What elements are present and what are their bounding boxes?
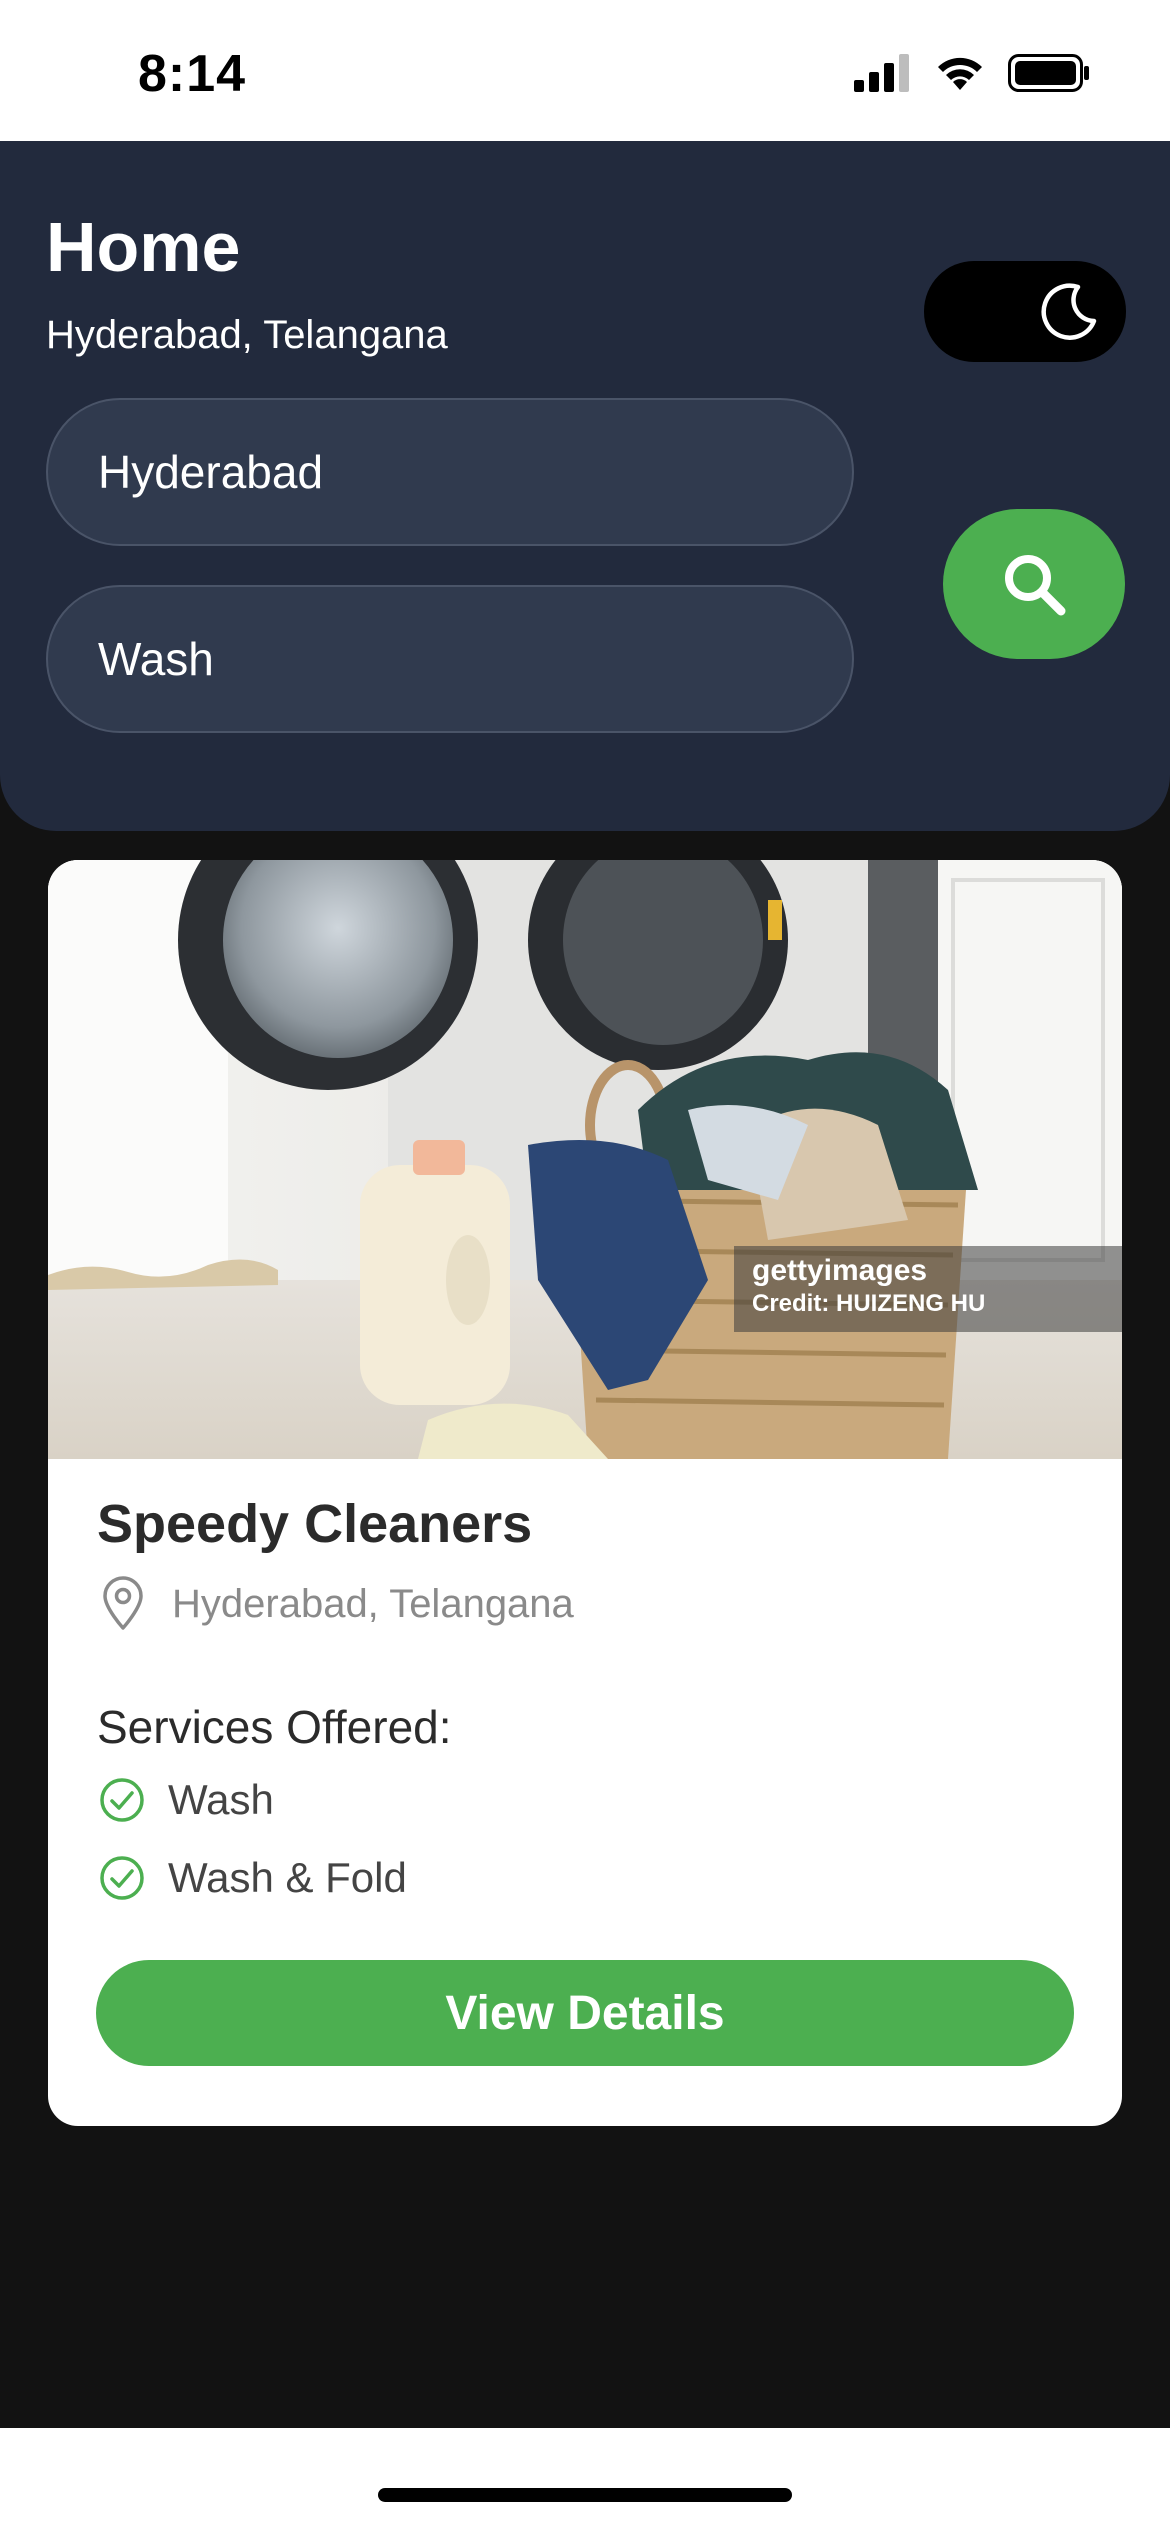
check-circle-icon bbox=[100, 1778, 144, 1822]
app-screen: 8:14 Home Hyderabad, Telangana Hyderabad… bbox=[0, 0, 1170, 2532]
service-input[interactable] bbox=[46, 585, 854, 733]
wifi-icon bbox=[938, 57, 982, 90]
moon-icon bbox=[1041, 283, 1097, 340]
provider-location-text: Hyderabad, Telangana bbox=[172, 1581, 574, 1626]
service-label: Wash & Fold bbox=[168, 1854, 407, 1901]
service-label: Wash bbox=[168, 1776, 274, 1823]
status-icons bbox=[854, 54, 1090, 92]
search-button[interactable] bbox=[943, 509, 1125, 659]
image-watermark: gettyimages Credit: HUIZENG HU bbox=[734, 1246, 1122, 1332]
location-pin-icon bbox=[103, 1576, 143, 1630]
page-title: Home bbox=[46, 208, 241, 286]
battery-icon bbox=[1008, 54, 1089, 92]
service-item: Wash bbox=[98, 1776, 274, 1824]
home-indicator[interactable] bbox=[378, 2488, 792, 2502]
service-item: Wash & Fold bbox=[98, 1854, 407, 1902]
check-circle-icon bbox=[100, 1856, 144, 1900]
header-panel: Home Hyderabad, Telangana bbox=[0, 141, 1170, 831]
status-bar: 8:14 bbox=[0, 0, 1170, 141]
cellular-signal-icon bbox=[854, 54, 909, 92]
theme-toggle[interactable] bbox=[924, 261, 1126, 362]
laundry-photo: gettyimages Credit: HUIZENG HU bbox=[48, 860, 1122, 1459]
search-icon bbox=[1005, 555, 1066, 616]
view-details-button[interactable]: View Details bbox=[96, 1960, 1074, 2066]
watermark-brand: gettyimages bbox=[752, 1254, 928, 1287]
home-indicator-area bbox=[0, 2428, 1170, 2532]
watermark-credit: Credit: HUIZENG HU bbox=[752, 1290, 986, 1317]
location-input[interactable] bbox=[46, 398, 854, 546]
laundry-photo-drawing bbox=[48, 860, 1122, 1459]
status-time: 8:14 bbox=[138, 45, 247, 103]
provider-location: Hyderabad, Telangana bbox=[100, 1576, 574, 1632]
provider-card: gettyimages Credit: HUIZENG HU Speedy Cl… bbox=[48, 860, 1122, 2126]
services-heading: Services Offered: bbox=[97, 1701, 452, 1753]
page-subtitle: Hyderabad, Telangana bbox=[46, 313, 448, 357]
provider-name: Speedy Cleaners bbox=[97, 1494, 533, 1554]
